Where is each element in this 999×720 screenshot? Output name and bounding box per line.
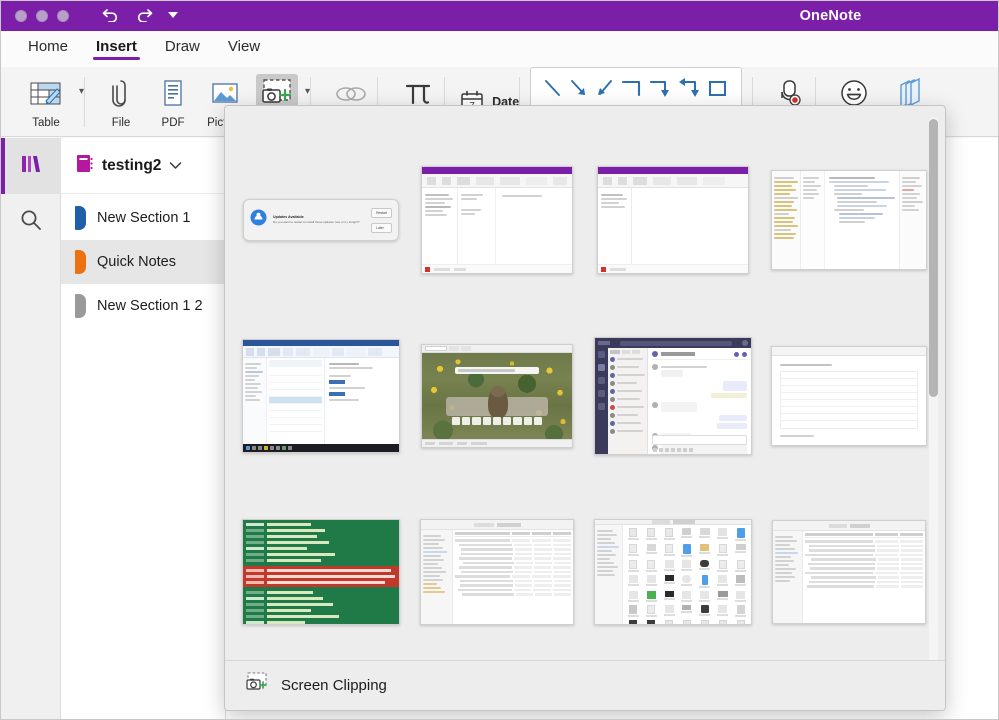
rail-notebooks-button[interactable] — [1, 138, 61, 194]
section-label: New Section 1 — [97, 210, 191, 226]
screenshot-thumbnail-grid: Updates Available Do you want to restart… — [225, 106, 945, 662]
line-shape[interactable] — [542, 75, 564, 106]
notebook-chevron-down-icon[interactable] — [169, 157, 182, 175]
thumbnail-browser-nature-photo[interactable] — [409, 308, 585, 484]
tab-draw[interactable]: Draw — [154, 31, 211, 67]
dialog-later-button[interactable]: Later — [371, 222, 392, 233]
section-list: New Section 1 Quick Notes New Section 1 … — [61, 194, 225, 328]
dialog-title: Updates Available — [273, 215, 304, 220]
tab-insert[interactable]: Insert — [85, 31, 148, 67]
updates-icon — [250, 209, 267, 231]
camera-plus-icon — [245, 671, 269, 700]
thumbnail-document-window[interactable] — [761, 308, 937, 484]
thumbnail-onenote-window-1[interactable] — [409, 132, 585, 308]
screenshot-dropdown-panel: Updates Available Do you want to restart… — [224, 105, 946, 711]
onenote-window: OneNote Home Insert Draw View Table ▾ Fi… — [0, 0, 999, 720]
arrow-down-right-shape[interactable] — [568, 75, 590, 106]
app-title: OneNote — [799, 8, 862, 24]
table-button[interactable]: Table — [15, 68, 77, 136]
screen-clipping-label: Screen Clipping — [281, 677, 387, 694]
section-item-new-section-1[interactable]: New Section 1 — [61, 196, 225, 240]
section-color-tab — [75, 294, 86, 318]
thumbnail-onenote-window-2[interactable] — [585, 132, 761, 308]
title-bar: OneNote — [1, 1, 998, 31]
arrow-up-left-shape[interactable] — [594, 75, 616, 106]
tab-home[interactable]: Home — [17, 31, 79, 67]
section-color-tab — [75, 250, 86, 274]
section-label: Quick Notes — [97, 254, 176, 270]
pdf-button[interactable]: PDF — [147, 68, 199, 136]
thumbnail-code-editor-window[interactable] — [761, 132, 937, 308]
thumbnail-finder-list-window-2[interactable] — [761, 484, 937, 660]
pdf-label: PDF — [161, 117, 185, 129]
dialog-body: Do you want to restart to install these … — [273, 220, 360, 225]
notebooks-icon — [18, 153, 44, 180]
elbow-arrow-shape[interactable] — [648, 75, 672, 106]
rectangle-shape[interactable] — [706, 75, 730, 106]
elbow-double-arrow-shape[interactable] — [676, 75, 702, 106]
table-icon — [26, 74, 66, 114]
paperclip-icon — [108, 74, 134, 114]
thumbnail-finder-icons-window[interactable] — [585, 484, 761, 660]
tab-view[interactable]: View — [217, 31, 271, 67]
section-item-quick-notes[interactable]: Quick Notes — [61, 240, 225, 284]
ribbon-tabs: Home Insert Draw View — [1, 31, 998, 67]
left-rail — [1, 138, 61, 719]
notebook-header[interactable]: testing2 — [61, 138, 225, 194]
thumbnail-teams-chat-window[interactable] — [585, 308, 761, 484]
thumbnail-outlook-mail-window[interactable] — [233, 308, 409, 484]
table-label: Table — [32, 117, 60, 129]
section-label: New Section 1 2 — [97, 298, 203, 314]
notebook-panel: testing2 New Section 1 Quick Notes New S… — [61, 138, 226, 719]
notebook-icon — [75, 153, 94, 179]
screen-clipping-row[interactable]: Screen Clipping — [225, 660, 945, 710]
notebook-name: testing2 — [102, 156, 162, 174]
thumbnail-updates-available-dialog[interactable]: Updates Available Do you want to restart… — [233, 132, 409, 308]
thumbnail-green-terminal-window[interactable] — [233, 484, 409, 660]
search-icon — [19, 208, 43, 237]
elbow-connector-shape[interactable] — [620, 75, 644, 106]
dialog-restart-button[interactable]: Restart — [371, 207, 392, 218]
file-button[interactable]: File — [95, 68, 147, 136]
thumbnail-finder-list-window[interactable] — [409, 484, 585, 660]
section-item-new-section-1-2[interactable]: New Section 1 2 — [61, 284, 225, 328]
panel-scrollbar-thumb[interactable] — [929, 119, 938, 397]
pdf-document-icon — [159, 74, 187, 114]
file-label: File — [111, 117, 131, 129]
rail-search-button[interactable] — [1, 194, 61, 250]
section-color-tab — [75, 206, 86, 230]
